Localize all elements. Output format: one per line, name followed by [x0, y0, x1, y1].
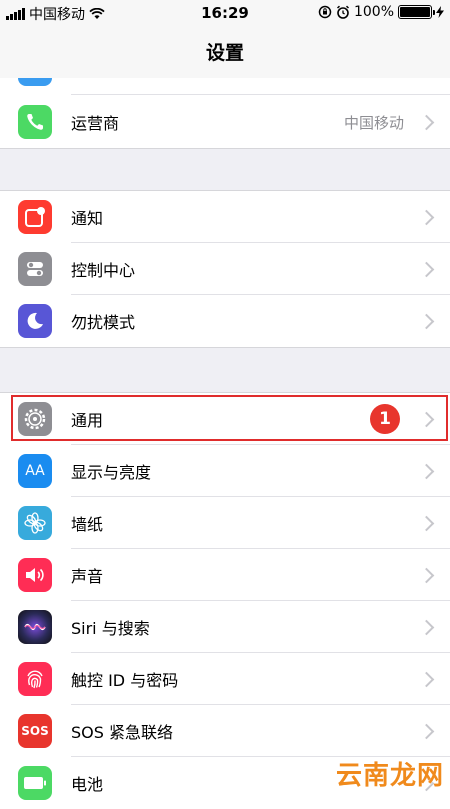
chevron-right-icon	[418, 619, 435, 635]
row-carrier[interactable]: 运营商 中国移动	[0, 96, 450, 148]
wallpaper-flower-icon	[18, 506, 52, 540]
notifications-icon	[18, 200, 52, 234]
orientation-lock-icon	[318, 5, 332, 19]
row-sos[interactable]: SOS SOS 紧急联络	[0, 705, 450, 757]
settings-group-carrier: 运营商 中国移动	[0, 78, 450, 149]
row-label: 墙纸	[71, 515, 104, 534]
row-label: Siri 与搜索	[71, 619, 150, 638]
previous-row-icon-sliver	[18, 78, 52, 86]
row-control-center[interactable]: 控制中心	[0, 243, 450, 295]
sos-icon: SOS	[18, 714, 52, 748]
row-wallpaper[interactable]: 墙纸	[0, 497, 450, 549]
row-sounds[interactable]: 声音	[0, 549, 450, 601]
fingerprint-icon	[18, 662, 52, 696]
chevron-right-icon	[418, 515, 435, 531]
display-brightness-icon: AA	[18, 454, 52, 488]
row-display[interactable]: AA 显示与亮度	[0, 445, 450, 497]
moon-icon	[18, 304, 52, 338]
chevron-right-icon	[418, 671, 435, 687]
chevron-right-icon	[418, 463, 435, 479]
nav-bar: 设置	[0, 26, 450, 78]
control-center-icon	[18, 252, 52, 286]
speaker-icon	[18, 558, 52, 592]
row-touch-id[interactable]: 触控 ID 与密码	[0, 653, 450, 705]
row-label: 运营商	[71, 114, 120, 133]
row-label: 电池	[71, 775, 104, 794]
siri-icon	[18, 610, 52, 644]
row-label: SOS 紧急联络	[71, 723, 173, 742]
row-label: 控制中心	[71, 261, 136, 280]
battery-percent: 100%	[353, 4, 394, 20]
row-label: 声音	[71, 567, 104, 586]
charging-icon	[436, 6, 444, 18]
row-label: 通知	[71, 209, 104, 228]
watermark-text: 云南龙网	[335, 761, 444, 791]
row-siri[interactable]: Siri 与搜索	[0, 601, 450, 653]
row-label: 显示与亮度	[71, 463, 152, 482]
chevron-right-icon	[418, 261, 435, 277]
chevron-right-icon	[418, 114, 435, 130]
row-do-not-disturb[interactable]: 勿扰模式	[0, 295, 450, 347]
row-label: 勿扰模式	[71, 313, 136, 332]
settings-group-general: 通用 1 AA 显示与亮度 墙纸 声音 Siri 与搜索 触控 ID 与密码 S…	[0, 392, 450, 809]
status-bar: 中国移动 16:29 100%	[0, 0, 450, 26]
row-label: 触控 ID 与密码	[71, 671, 179, 690]
chevron-right-icon	[418, 723, 435, 739]
carrier-value: 中国移动	[343, 113, 404, 132]
status-right: 100%	[318, 4, 444, 20]
phone-icon	[18, 105, 52, 139]
highlight-box	[11, 395, 448, 441]
battery-icon	[398, 5, 435, 19]
chevron-right-icon	[418, 313, 435, 329]
settings-group-notifications: 通知 控制中心 勿扰模式	[0, 190, 450, 348]
page-title: 设置	[205, 42, 244, 64]
row-notifications[interactable]: 通知	[0, 191, 450, 243]
chevron-right-icon	[418, 567, 435, 583]
chevron-right-icon	[418, 209, 435, 225]
alarm-icon	[336, 5, 349, 19]
battery-setting-icon	[18, 766, 52, 800]
